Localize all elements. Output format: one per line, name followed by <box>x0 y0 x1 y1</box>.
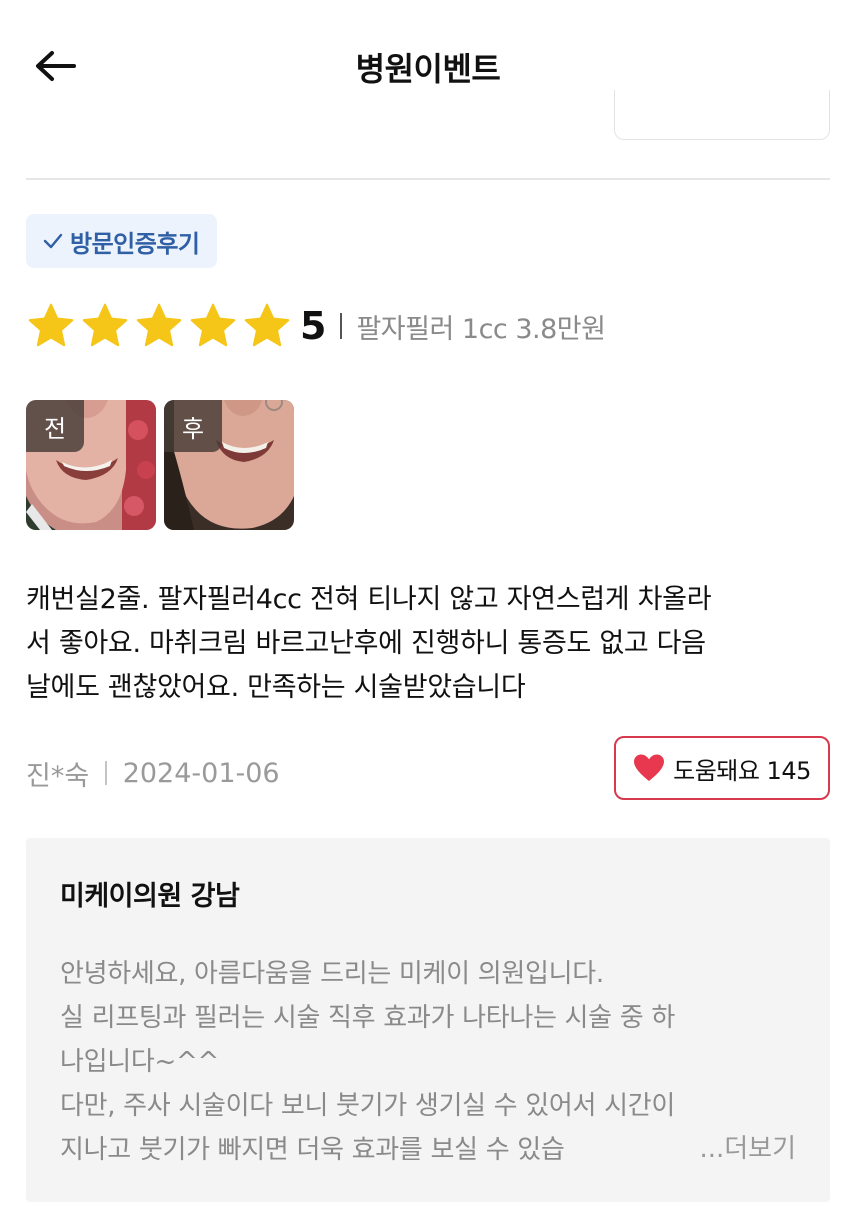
star-icon <box>82 303 128 347</box>
reply-line: 안녕하세요, 아름다움을 드리는 미케이 의원입니다. <box>60 959 604 989</box>
rating-score: 5 <box>300 304 327 348</box>
reply-line: 나입니다~^^ <box>60 1047 219 1077</box>
clinic-reply: 미케이의원 강남 안녕하세요, 아름다움을 드리는 미케이 의원입니다. 실 리… <box>26 838 830 1202</box>
badge-label: 방문인증후기 <box>70 229 200 258</box>
review-text-line: 캐번실2줄. 팔자필러4cc 전혀 티나지 않고 자연스럽게 차올라 <box>26 584 712 615</box>
reply-line: 실 리프팅과 필러는 시술 직후 효과가 나타나는 시술 중 하 <box>60 1003 675 1033</box>
rating-row: 5 팔자필러 1cc 3.8만원 <box>26 298 606 354</box>
separator <box>105 761 107 785</box>
star-icon <box>136 303 182 347</box>
reply-clinic-name: 미케이의원 강남 <box>60 881 240 912</box>
verified-review-badge: 방문인증후기 <box>26 214 218 268</box>
review-text-line: 서 좋아요. 마취크림 바르고난후에 진행하니 통증도 없고 다음 <box>26 628 706 659</box>
separator <box>340 313 343 339</box>
header: 병원이벤트 <box>0 0 856 140</box>
more-link[interactable]: ...더보기 <box>653 1128 796 1165</box>
star-icon <box>244 303 290 347</box>
page-title: 병원이벤트 <box>355 50 501 88</box>
divider <box>26 178 830 180</box>
helpful-button[interactable]: 도움돼요 145 <box>614 736 830 800</box>
helpful-label: 도움돼요 145 <box>673 756 811 785</box>
star-icon <box>28 303 74 347</box>
before-tag: 전 <box>26 400 84 452</box>
check-icon <box>43 233 63 249</box>
after-photo[interactable]: 후 <box>164 400 294 530</box>
review-text-line: 날에도 괜찮았어요. 만족하는 시술받았습니다 <box>26 672 526 703</box>
reply-line: 다만, 주사 시술이다 보니 붓기가 생기실 수 있어서 시간이 <box>60 1091 675 1121</box>
review-author: 진*숙 <box>26 760 90 792</box>
star-rating <box>26 301 292 351</box>
partial-dropdown[interactable] <box>614 90 830 140</box>
heart-icon <box>634 754 665 781</box>
after-tag: 후 <box>164 400 222 452</box>
review-text: 캐번실2줄. 팔자필러4cc 전혀 티나지 않고 자연스럽게 차올라 서 좋아요… <box>26 578 832 710</box>
treatment-name: 팔자필러 1cc 3.8만원 <box>356 313 606 345</box>
review-date: 2024-01-06 <box>122 757 280 789</box>
before-photo[interactable]: 전 <box>26 400 156 530</box>
star-icon <box>190 303 236 347</box>
review-photos: 전 후 <box>26 400 294 530</box>
review-meta: 진*숙 2024-01-06 <box>26 748 280 798</box>
